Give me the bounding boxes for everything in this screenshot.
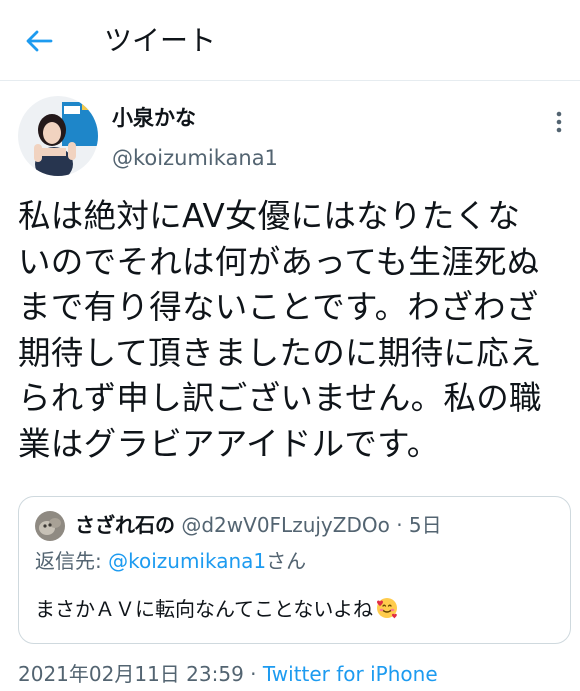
quote-separator: · [396, 513, 403, 537]
source-link[interactable]: Twitter for iPhone [263, 662, 438, 686]
reply-suffix: さん [266, 549, 307, 573]
quote-time: 5日 [408, 513, 442, 537]
quote-text: まさかＡＶに転向なんてことないよね [35, 595, 399, 623]
arrow-left-icon[interactable] [22, 24, 56, 58]
tweet-text: 私は絶対にAV女優にはなりたくな いのでそれは何があっても生涯死ぬ まで有り得な… [18, 194, 570, 467]
top-bar: ツイート [0, 0, 580, 81]
author-handle[interactable]: @koizumikana1 [112, 144, 278, 172]
tweet-datetime[interactable]: 2021年02月11日 23:59 [18, 662, 244, 686]
quote-text-body: まさかＡＶに転向なんてことないよね [35, 597, 373, 621]
quote-author-handle: @d2wV0FLzujyZDOo [181, 513, 390, 537]
quote-header: さざれ石の @d2wV0FLzujyZDOo · 5日 [75, 511, 442, 539]
tweet-text-line: られず申し訳ございません。私の職 [18, 379, 542, 417]
tweet-text-line: 期待して頂きましたのに期待に応え [18, 333, 542, 372]
tweet-text-line: まで有り得ないことです。わざわざ [18, 288, 539, 326]
quoted-tweet[interactable]: さざれ石の @d2wV0FLzujyZDOo · 5日 返信先: @koizum… [18, 496, 571, 644]
tweet-text-line: いのでそれは何があっても生涯死ぬ [18, 242, 540, 281]
quote-reply-to: 返信先: @koizumikana1さん [35, 547, 306, 575]
reply-prefix: 返信先: [35, 549, 109, 573]
reply-mention-link[interactable]: @koizumikana1 [108, 549, 266, 573]
author-name[interactable]: 小泉かな [112, 104, 196, 132]
more-options-icon[interactable] [544, 110, 574, 134]
smiling-face-with-hearts-icon [377, 598, 397, 619]
page-title: ツイート [104, 24, 217, 57]
tweet-footer: 2021年02月11日 23:59 · Twitter for iPhone [18, 660, 438, 688]
tweet-text-line: 業はグラビアアイドルです。 [18, 424, 440, 463]
tweet-text-line: 私は絶対にAV女優にはなりたくな [18, 197, 521, 235]
quote-avatar [35, 511, 65, 541]
avatar[interactable] [18, 96, 98, 176]
quote-author-name: さざれ石の [75, 513, 175, 537]
footer-separator: · [243, 662, 263, 686]
